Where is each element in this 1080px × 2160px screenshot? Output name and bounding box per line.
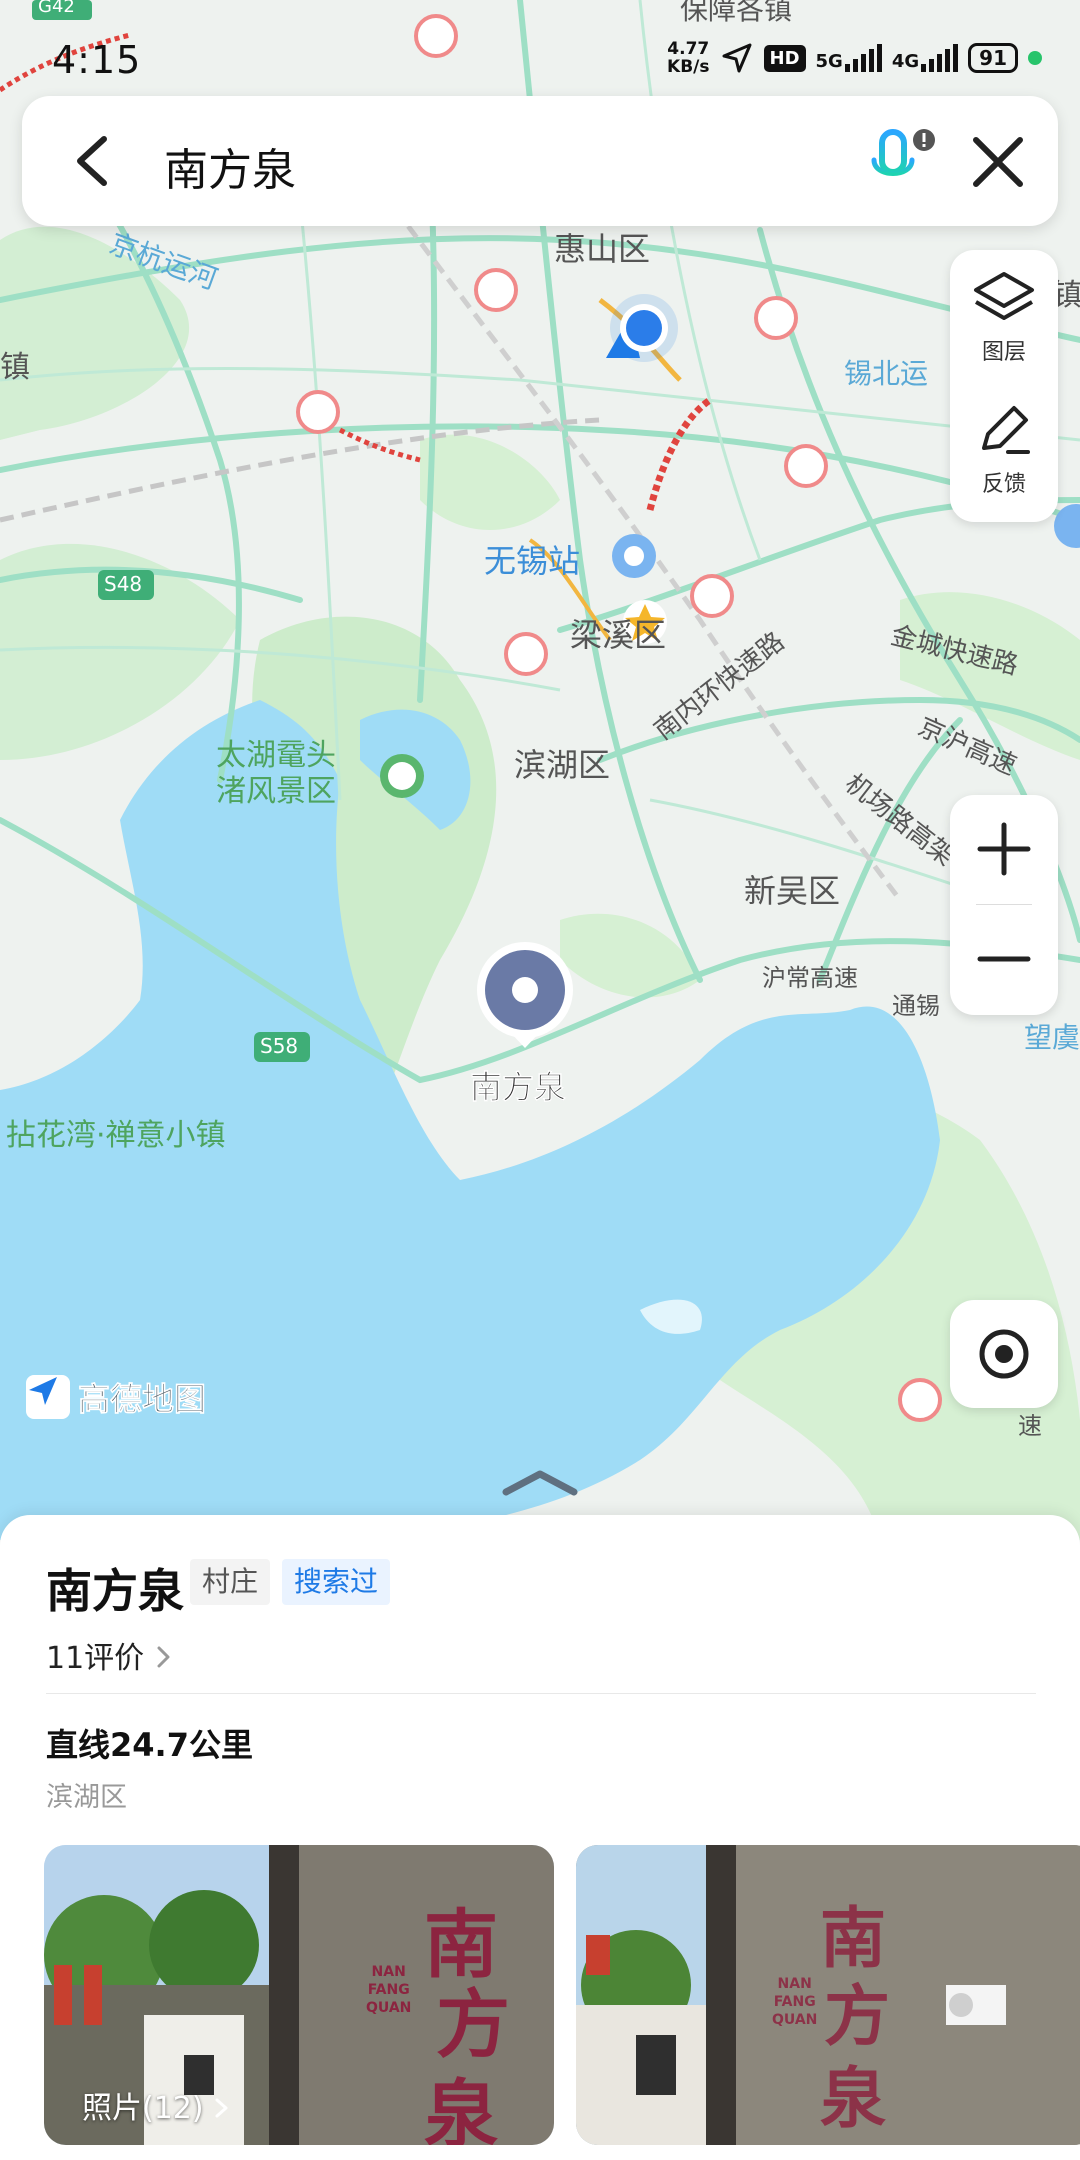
status-icons: 4.77 KB/s HD 5G 4G 91 [667,40,1042,76]
sign-pinyin: NAN FANG QUAN [772,1976,818,2028]
poi-type-tag: 村庄 [190,1559,271,1605]
voice-mic-icon[interactable] [868,126,938,196]
photo-thumbnail[interactable]: 南 方 泉 NAN FANG QUAN 照片(12) [44,1845,554,2145]
station-label: 无锡站 [484,542,581,580]
locate-target-icon [979,1329,1029,1379]
battery-icon: 91 [968,43,1018,73]
signal-5g: 5G [816,44,882,72]
locate-me-button[interactable] [950,1300,1058,1408]
search-bar: 南方泉 [22,96,1058,226]
signal-bars-icon [844,44,882,72]
network-speed: 4.77 KB/s [667,40,709,76]
back-arrow-icon[interactable] [64,131,124,191]
plus-icon [977,822,1031,876]
sign-pinyin: NAN FANG QUAN [366,1964,412,2016]
divider [46,1693,1036,1694]
amap-logo-text: 高德地图 [78,1380,207,1419]
privacy-indicator-dot [1028,51,1042,65]
road-shield-label: S48 [104,572,143,596]
amap-logo: 高德地图 [26,1374,206,1420]
district-label: 新吴区 [744,872,841,910]
sign-character: 泉 [820,2059,886,2137]
reviews-link[interactable]: 11评价 [46,1633,174,1677]
canal-label: 锡北运 [844,357,929,390]
map-view[interactable]: 保障各镇 G42 惠山区 京杭运河 锡北运 镇 镇 无锡站 梁溪区 S48 南内… [0,0,1080,1540]
feedback-label: 反馈 [981,472,1026,497]
feedback-button[interactable]: 反馈 [950,382,1058,512]
chevron-right-icon [215,2098,228,2118]
poi-distance: 直线24.7公里 [46,1726,253,1764]
poi-district: 滨湖区 [46,1782,127,1813]
network-speed-value: 4.77 [667,39,710,59]
poi-title: 南方泉 [46,1564,184,1618]
town-label: 镇 [0,350,30,385]
chevron-up-icon [502,1470,578,1496]
chevron-right-icon [157,1646,170,1668]
status-bar: 4:15 4.77 KB/s HD 5G 4G 91 [0,0,1080,90]
signal-4g: 4G [891,44,959,72]
road-label: 沪常高速 [762,964,858,992]
location-arrow-icon [722,43,752,73]
hd-badge: HD [763,44,806,72]
district-label: 滨湖区 [514,746,611,784]
reviews-count: 11评价 [46,1641,145,1676]
amap-logo-icon [26,1375,70,1419]
poi-map-label: 南方泉 [470,1068,567,1106]
poi-detail-sheet[interactable]: 南方泉 村庄 搜索过 11评价 直线24.7公里 滨湖区 南 方 泉 NAN F… [0,1515,1080,2160]
signal-5g-label: 5G [815,51,843,72]
place-label: 望虞 [1024,1021,1080,1054]
network-speed-unit: KB/s [667,57,710,77]
layers-button[interactable]: 图层 [950,250,1058,380]
photos-count-text: 照片(12) [82,2091,204,2126]
signal-4g-label: 4G [891,51,920,72]
zoom-in-button[interactable] [950,795,1058,903]
searched-before-tag: 搜索过 [282,1559,391,1605]
close-icon[interactable] [968,132,1028,192]
layers-icon [974,272,1034,320]
layers-label: 图层 [981,340,1026,365]
scenic-label: 太湖鼋头 渚风景区 [216,738,336,809]
place-label: 拈花湾·禅意小镇 [6,1118,226,1153]
district-label: 惠山区 [554,230,651,268]
map-tools-panel: 图层 反馈 [950,250,1058,522]
edit-pencil-icon [982,406,1030,454]
sign-character: 泉 [424,2072,498,2145]
road-label: 通锡 [892,992,940,1020]
zoom-out-button[interactable] [950,905,1058,1013]
district-label: 梁溪区 [570,616,667,654]
photos-count-label[interactable]: 照片(12) [82,2083,231,2127]
status-time: 4:15 [52,38,142,82]
photo-thumbnail[interactable]: 南 方 泉 NAN FANG QUAN [576,1845,1080,2145]
zoom-controls [950,795,1058,1015]
search-query[interactable]: 南方泉 [164,134,296,198]
signal-bars-icon [921,44,959,72]
road-shield-label: S58 [260,1034,299,1058]
road-label: 速 [1018,1412,1042,1440]
minus-icon [977,956,1031,962]
